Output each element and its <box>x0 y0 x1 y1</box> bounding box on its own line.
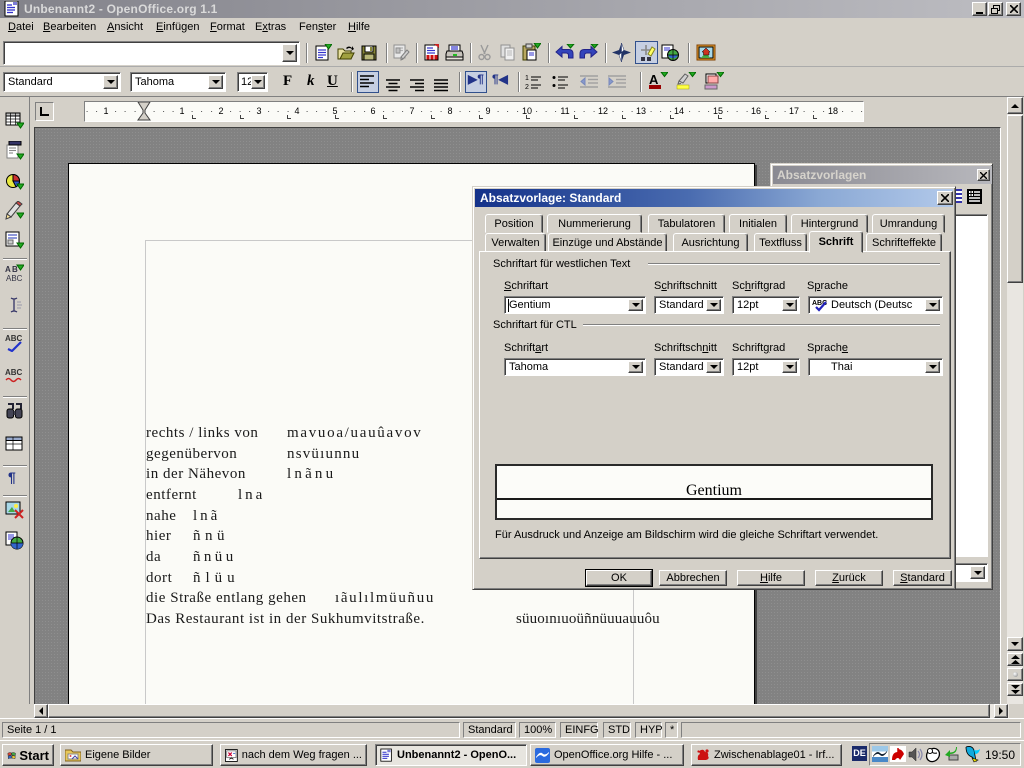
svg-text:2: 2 <box>525 84 529 90</box>
svg-text:1: 1 <box>525 75 529 82</box>
svg-text:ABC: ABC <box>6 274 23 283</box>
svg-text:ABC: ABC <box>5 368 23 377</box>
svg-text:A: A <box>649 72 659 87</box>
svg-text:A: A <box>5 265 11 274</box>
svg-text:B: B <box>12 265 18 274</box>
